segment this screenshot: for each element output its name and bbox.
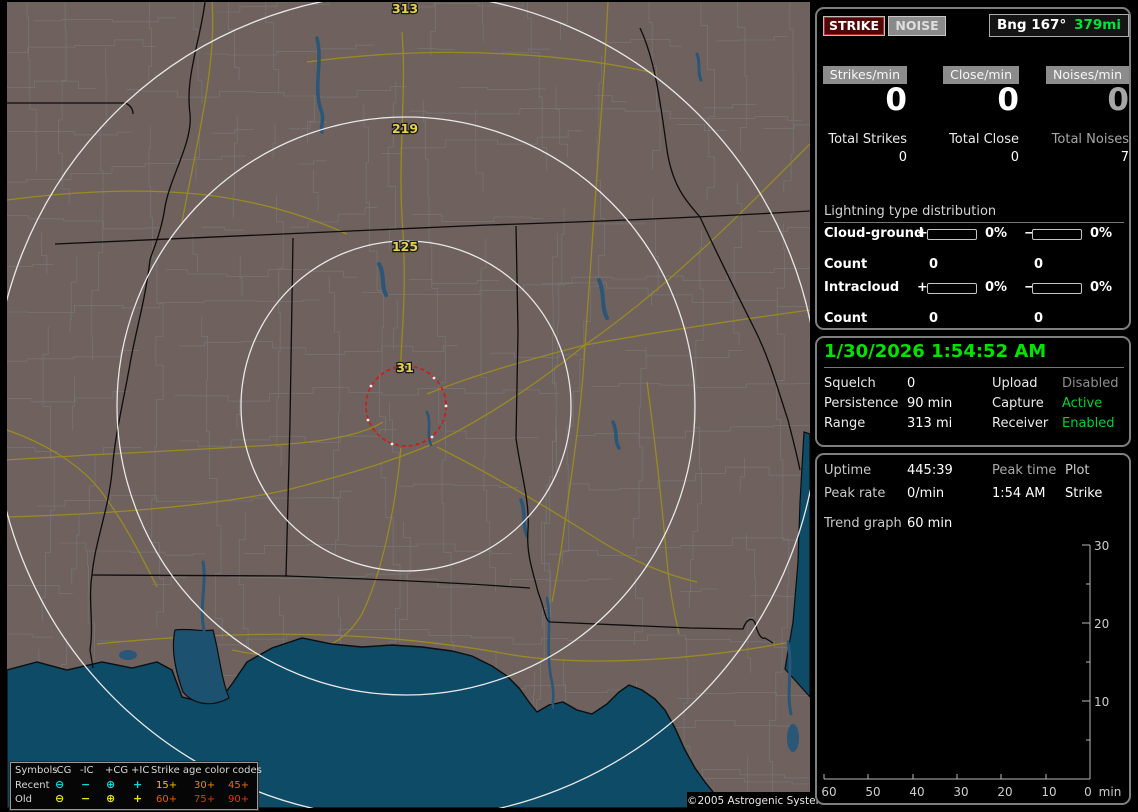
ic-plus-pct: 0% [985,280,1008,295]
age-45: 45+ [228,780,250,791]
trend-chart: 30 20 10 60 50 40 30 20 10 0 min [821,539,1121,799]
cloud-ground-count-row: Count 0 0 [817,257,1133,275]
total-strikes-label: Total Strikes [828,132,907,147]
ring-label-31: 31 [396,360,413,375]
upload-label: Upload [992,376,1038,391]
intracloud-label: Intracloud [824,280,900,295]
cloud-ground-row: Cloud-ground + 0% − 0% [817,226,1133,244]
neg-ic-recent-icon: − [81,778,91,791]
ic-count-label: Count [824,311,868,326]
persistence-label: Persistence [824,396,899,411]
session-trend-panel: Uptime 445:39 Peak time Plot Peak rate 0… [815,453,1131,805]
legend-symbols-header: Symbols [15,765,58,776]
neg-ic-old-icon: − [81,792,91,805]
distribution-title: Lightning type distribution [824,204,997,219]
age-90: 90+ [228,794,250,805]
squelch-value: 0 [907,376,916,391]
legend-col-pos-cg: +CG [105,765,129,776]
total-noises-value: 7 [1120,150,1129,165]
legend-col-neg-cg: -CG [53,765,72,776]
cg-plus-bar [927,229,977,240]
pos-cg-recent-icon: ⊕ [106,778,116,791]
noises-column: Noises/min 0 Total Noises 7 [1043,9,1129,179]
receiver-status: Enabled [1062,416,1115,431]
age-60: 60+ [156,794,178,805]
ic-minus-pct: 0% [1090,280,1113,295]
cg-count-label: Count [824,257,868,272]
copyright-notice: ©2005 Astrogenic Systems [687,792,831,810]
persistence-value: 90 min [907,396,953,411]
status-row-persistence: Persistence 90 min Capture Active [817,396,1133,416]
status-row-squelch: Squelch 0 Upload Disabled [817,376,1133,396]
legend-col-neg-ic: -IC [80,765,94,776]
neg-cg-recent-icon: ⊖ [55,778,65,791]
pos-ic-recent-icon: + [133,778,143,791]
status-panel: 1/30/2026 1:54:52 AM Squelch 0 Upload Di… [815,336,1131,447]
cloud-ground-label: Cloud-ground [824,226,924,241]
intracloud-count-row: Count 0 0 [817,311,1133,329]
strikes-per-min-value: 0 [885,82,907,118]
legend-row-old-label: Old [15,794,32,805]
x-tick-0: 0 [1084,785,1092,799]
capture-status: Active [1062,396,1103,411]
legend-col-pos-ic: +IC [131,765,150,776]
ring-label-313: 313 [392,2,418,16]
ic-plus-count: 0 [929,311,939,326]
map-canvas: 313 219 125 31 [7,2,810,808]
trend-y-labels: 30 20 10 [1094,539,1109,709]
intracloud-row: Intracloud + 0% − 0% [817,280,1133,298]
x-tick-30: 30 [953,785,968,799]
trend-axes [823,544,1091,780]
total-close-value: 0 [1010,150,1019,165]
cg-plus-pct: 0% [985,226,1008,241]
close-per-min-value: 0 [997,82,1019,118]
range-label: Range [824,416,866,431]
x-axis-unit: min [1099,785,1122,799]
noises-per-min-value: 0 [1107,82,1129,118]
ring-label-125: 125 [392,239,418,254]
x-tick-40: 40 [909,785,924,799]
age-75: 75+ [194,794,216,805]
pos-cg-old-icon: ⊕ [106,792,116,805]
age-30: 30+ [194,780,216,791]
capture-label: Capture [992,396,1044,411]
ring-label-219: 219 [392,121,418,136]
x-tick-10: 10 [1041,785,1056,799]
distribution-divider [824,222,1124,223]
total-close-label: Total Close [949,132,1019,147]
ic-minus-bar [1032,283,1082,294]
cg-minus-bar [1032,229,1082,240]
neg-cg-old-icon: ⊖ [55,792,65,805]
y-tick-20: 20 [1094,617,1109,631]
legend-row-recent-label: Recent [15,780,50,791]
pos-ic-old-icon: + [133,792,143,805]
y-tick-10: 10 [1094,695,1109,709]
close-column: Close/min 0 Total Close 0 [931,9,1019,179]
trend-x-labels: 60 50 40 30 20 10 0 min [821,785,1121,799]
strikes-column: Strikes/min 0 Total Strikes 0 [819,9,907,179]
x-tick-60: 60 [821,785,836,799]
y-tick-30: 30 [1094,539,1109,553]
status-row-range: Range 313 mi Receiver Enabled [817,416,1133,436]
legend-age-header: Strike age color codes [151,765,262,776]
x-tick-20: 20 [997,785,1012,799]
age-15: 15+ [156,780,178,791]
total-noises-label: Total Noises [1051,132,1129,147]
upload-status: Disabled [1062,376,1119,391]
squelch-label: Squelch [824,376,876,391]
receiver-label: Receiver [992,416,1049,431]
x-tick-50: 50 [865,785,880,799]
symbols-legend: Symbols -CG -IC +CG +IC Strike age color… [10,762,262,810]
ic-minus-count: 0 [1034,311,1044,326]
cg-minus-count: 0 [1034,257,1044,272]
ic-plus-bar [927,283,977,294]
datetime-display: 1/30/2026 1:54:52 AM [824,341,1047,362]
datetime-divider [824,367,1124,368]
lightning-map[interactable]: 313 219 125 31 [7,2,810,808]
strike-counters-panel: STRIKE NOISE Bng 167° 379mi Strikes/min … [815,7,1131,330]
range-value: 313 mi [907,416,953,431]
cg-plus-count: 0 [929,257,939,272]
cg-minus-pct: 0% [1090,226,1113,241]
total-strikes-value: 0 [898,150,907,165]
